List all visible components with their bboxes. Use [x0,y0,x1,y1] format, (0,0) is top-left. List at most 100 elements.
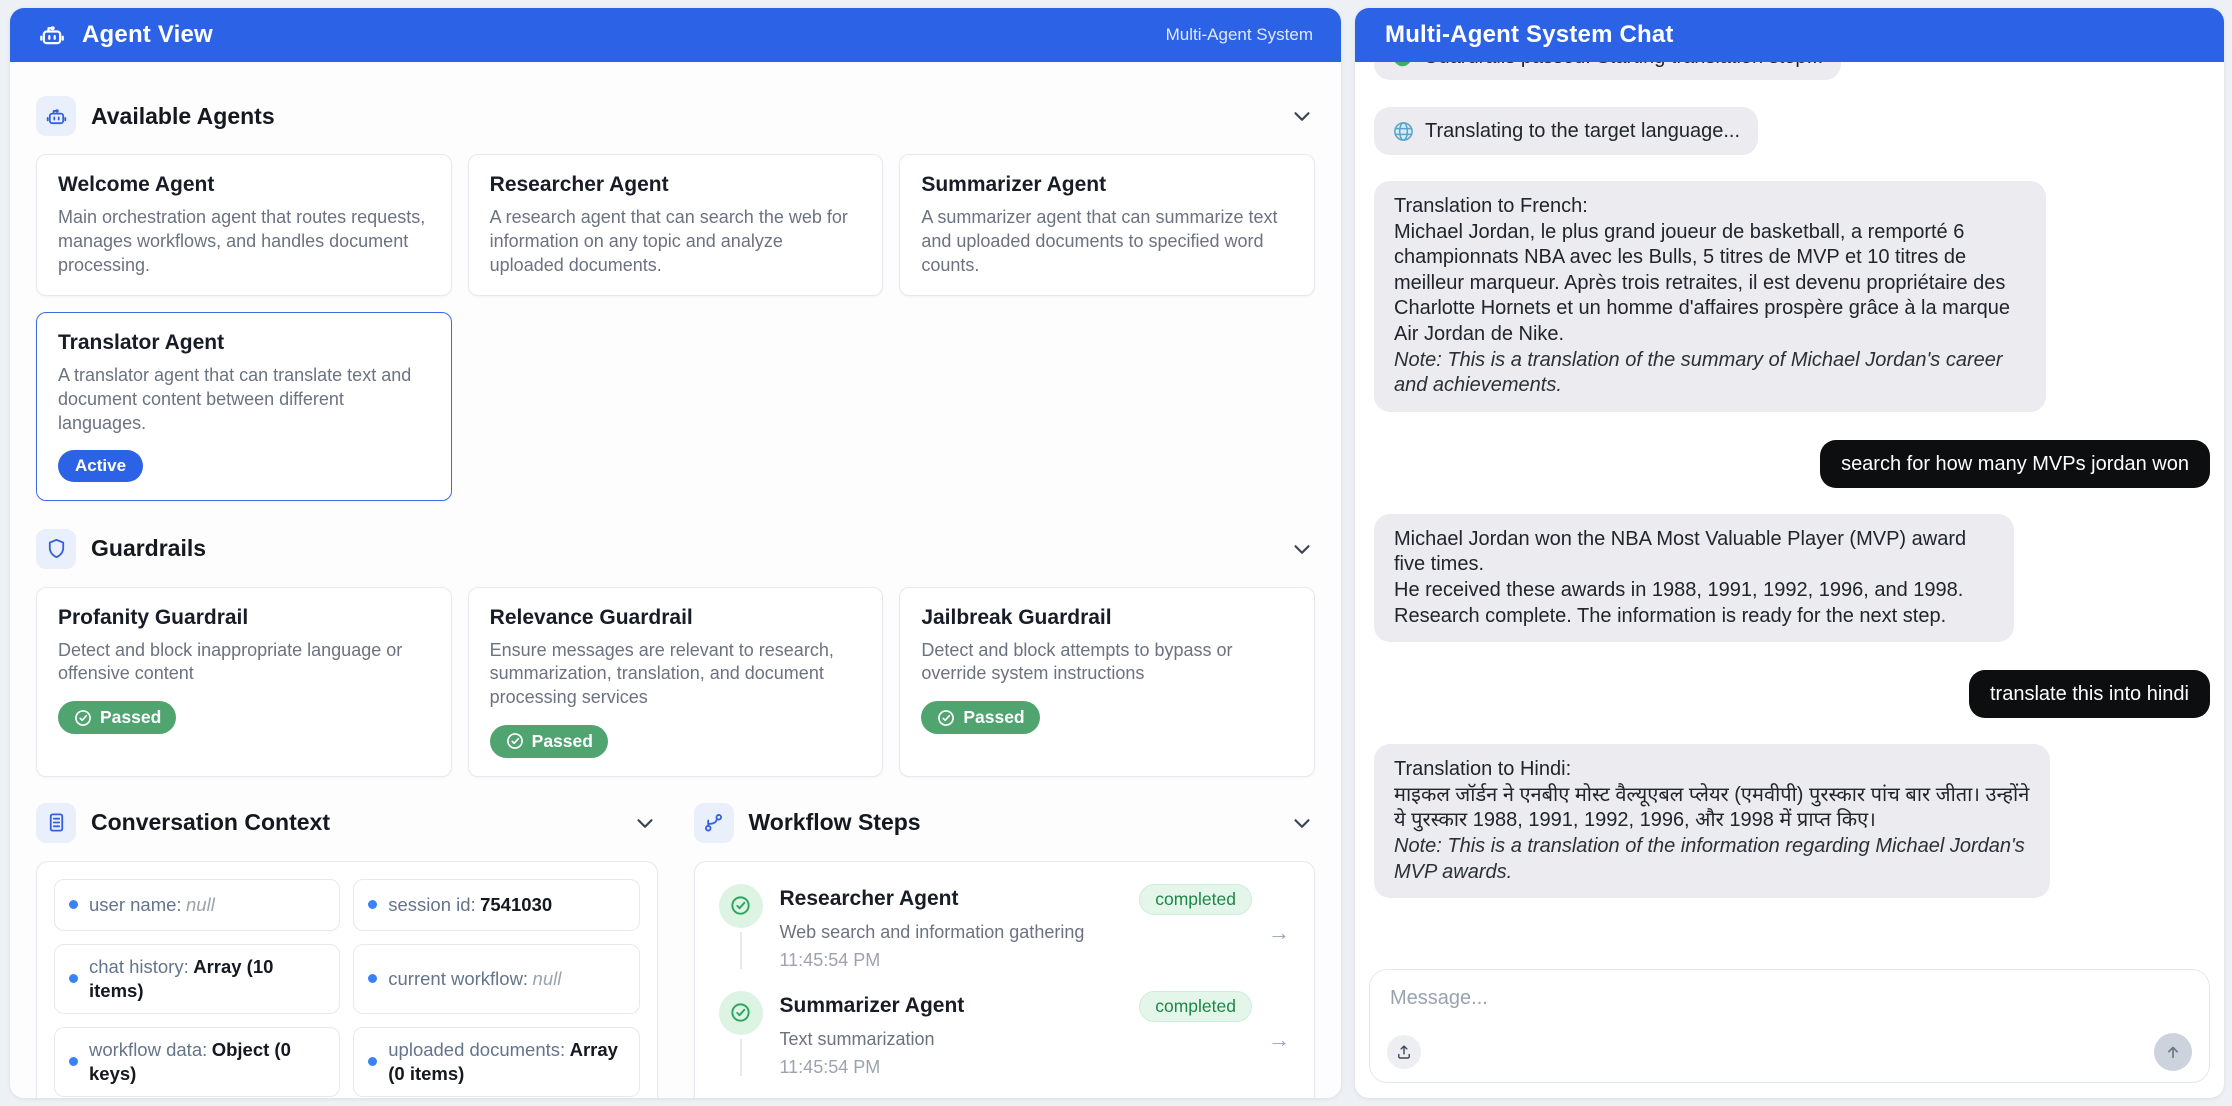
message-line: Michael Jordan won the NBA Most Valuable… [1394,527,1994,578]
branch-icon [694,803,734,843]
agent-description: Main orchestration agent that routes req… [58,206,430,277]
blue-dot-icon [368,900,377,909]
agent-card-researcher: Researcher Agent A research agent that c… [468,154,884,296]
message-line: He received these awards in 1988, 1991, … [1394,578,1994,604]
chevron-down-icon[interactable] [1289,810,1315,836]
chevron-down-icon[interactable] [1289,536,1315,562]
arrow-right-icon[interactable]: → [1268,1027,1290,1053]
step-time: 11:45:54 PM [780,1057,1291,1078]
guardrail-description: Detect and block inappropriate language … [58,639,430,687]
section-available-agents: Available Agents [36,96,1315,136]
agent-description: A translator agent that can translate te… [58,364,430,435]
blue-dot-icon [69,1057,78,1066]
guardrail-description: Detect and block attempts to bypass or o… [921,639,1293,687]
assistant-message-mvp: Michael Jordan won the NBA Most Valuable… [1374,514,2014,642]
agent-name: Translator Agent [58,331,430,355]
upload-button[interactable] [1387,1035,1421,1069]
guardrail-name: Jailbreak Guardrail [921,606,1293,630]
panel-subtitle: Multi-Agent System [1166,25,1313,45]
assistant-message-translating: Translating to the target language... [1374,107,1758,155]
step-time: 11:45:54 PM [780,950,1291,971]
message-text: Guardrails passed. Starting translation … [1423,62,1823,70]
conversation-context-section: Conversation Context user name: null ses… [36,803,658,1098]
message-note: Note: This is a translation of the summa… [1394,348,2026,399]
message-body: माइकल जॉर्डन ने एनबीए मोस्ट वैल्यूएबल प्… [1394,783,2030,834]
blue-dot-icon [368,974,377,983]
message-input-container [1369,969,2210,1083]
section-title: Conversation Context [91,809,330,836]
guardrail-card-jailbreak: Jailbreak Guardrail Detect and block att… [899,587,1315,777]
guardrail-card-profanity: Profanity Guardrail Detect and block ina… [36,587,452,777]
message-body: Michael Jordan, le plus grand joueur de … [1394,220,2026,348]
section-workflow-steps: Workflow Steps [694,803,1316,843]
robot-icon [38,21,66,49]
agent-description: A research agent that can search the web… [490,206,862,277]
check-circle-icon [719,884,763,928]
robot-icon [36,96,76,136]
bottom-sections: Conversation Context user name: null ses… [36,803,1315,1098]
check-circle-icon [719,991,763,1035]
check-circle-icon [73,708,93,728]
app: Agent View Multi-Agent System Available … [0,0,2232,1106]
check-circle-icon [936,708,956,728]
document-icon [36,803,76,843]
panel-title: Agent View [82,21,213,49]
context-card: user name: null session id: 7541030 chat… [36,861,658,1098]
passed-badge: Passed [921,701,1039,734]
message-text: Translating to the target language... [1425,118,1740,144]
step-name: Summarizer Agent [780,994,965,1018]
passed-badge: Passed [490,725,608,758]
arrow-up-icon [2164,1043,2182,1061]
blue-dot-icon [368,1057,377,1066]
guardrails-grid: Profanity Guardrail Detect and block ina… [36,587,1315,777]
agent-view-body: Available Agents Welcome Agent Main orch… [10,62,1341,1098]
context-item-chat-history: chat history: Array (10 items) [54,944,340,1014]
arrow-right-icon[interactable]: → [1268,920,1290,946]
upload-icon [1395,1043,1413,1061]
workflow-steps-section: Workflow Steps Res [694,803,1316,1098]
context-item-session-id: session id: 7541030 [353,879,639,931]
assistant-message-hindi: Translation to Hindi: माइकल जॉर्डन ने एन… [1374,744,2050,898]
agents-grid: Welcome Agent Main orchestration agent t… [36,154,1315,501]
section-title: Workflow Steps [749,809,921,836]
shield-icon [36,529,76,569]
context-item-current-workflow: current workflow: null [353,944,639,1014]
chat-title: Multi-Agent System Chat [1385,21,1674,49]
agent-name: Welcome Agent [58,173,430,197]
guardrail-card-relevance: Relevance Guardrail Ensure messages are … [468,587,884,777]
workflow-step-summarizer: Summarizer Agent completed → Text summar… [719,991,1291,1098]
message-heading: Translation to French: [1394,194,2026,220]
step-description: Web search and information gathering [780,922,1291,943]
passed-badge: Passed [58,701,176,734]
agent-name: Researcher Agent [490,173,862,197]
active-badge: Active [58,450,143,482]
step-description: Text summarization [780,1029,1291,1050]
agent-card-summarizer: Summarizer Agent A summarizer agent that… [899,154,1315,296]
user-message: translate this into hindi [1969,670,2210,718]
guardrail-name: Profanity Guardrail [58,606,430,630]
chat-header: Multi-Agent System Chat [1355,8,2224,62]
message-note: Note: This is a translation of the infor… [1394,834,2030,885]
message-input[interactable] [1370,970,2209,1026]
agent-card-welcome: Welcome Agent Main orchestration agent t… [36,154,452,296]
agent-view-panel: Agent View Multi-Agent System Available … [10,8,1341,1098]
chevron-down-icon[interactable] [1289,103,1315,129]
chat-messages[interactable]: Guardrails passed. Starting translation … [1355,62,2224,953]
assistant-message-french: Translation to French: Michael Jordan, l… [1374,181,2046,412]
message-line: Research complete. The information is re… [1394,604,1994,630]
check-circle-icon [505,731,525,751]
send-button[interactable] [2154,1033,2192,1071]
section-title: Available Agents [91,103,275,130]
context-item-uploaded-documents: uploaded documents: Array (0 items) [353,1027,639,1097]
workflow-step-researcher: Researcher Agent completed → Web search … [719,884,1291,991]
step-name: Researcher Agent [780,887,959,911]
agent-view-header: Agent View Multi-Agent System [10,8,1341,62]
context-item-user-name: user name: null [54,879,340,931]
chat-panel: Multi-Agent System Chat Guardrails passe… [1355,8,2224,1098]
guardrail-description: Ensure messages are relevant to research… [490,639,862,710]
chevron-down-icon[interactable] [632,810,658,836]
section-guardrails: Guardrails [36,529,1315,569]
agent-description: A summarizer agent that can summarize te… [921,206,1293,277]
agent-card-translator: Translator Agent A translator agent that… [36,312,452,500]
message-heading: Translation to Hindi: [1394,757,2030,783]
